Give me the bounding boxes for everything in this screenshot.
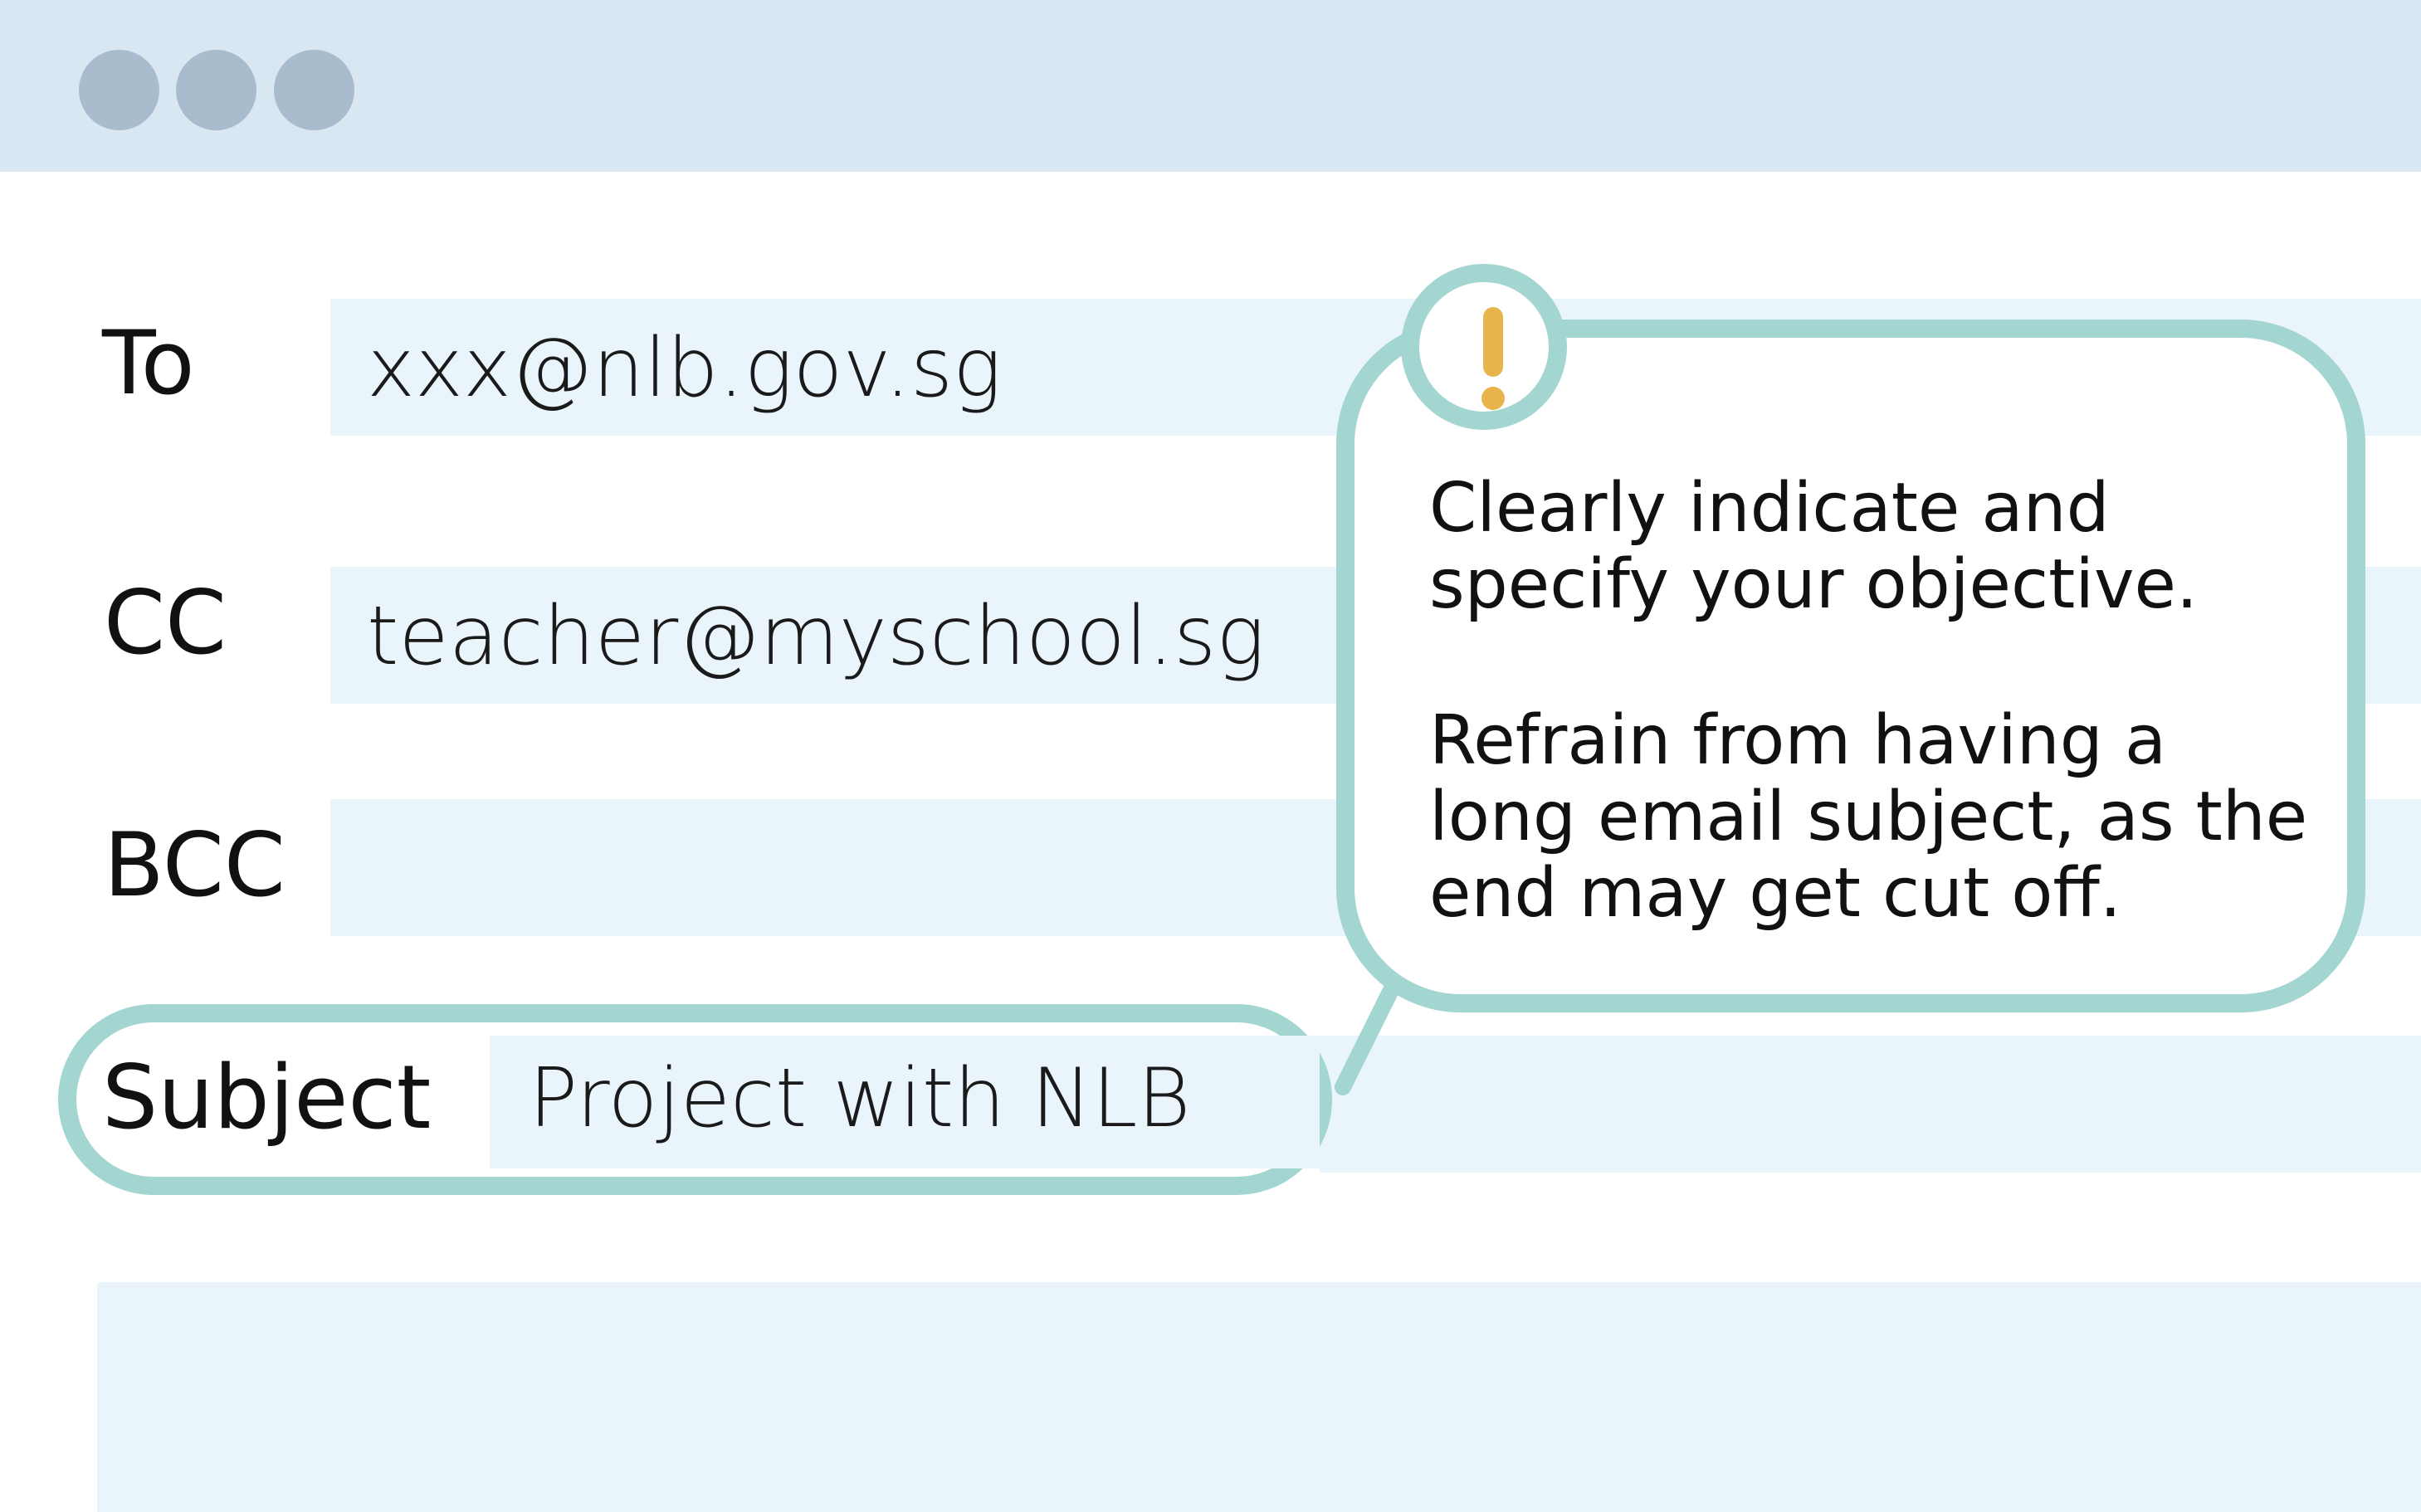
message-body-field[interactable]	[97, 1282, 2421, 1512]
tip-paragraph-subject-length: Refrain from having a long email subject…	[1429, 701, 2308, 933]
callout-pointer-line	[1335, 975, 1403, 1095]
tip-paragraph-objective: Clearly indicate and specify your object…	[1429, 469, 2199, 624]
exclamation-dot	[1481, 387, 1505, 410]
exclamation-icon	[1401, 264, 1567, 430]
exclamation-bar	[1483, 307, 1503, 377]
